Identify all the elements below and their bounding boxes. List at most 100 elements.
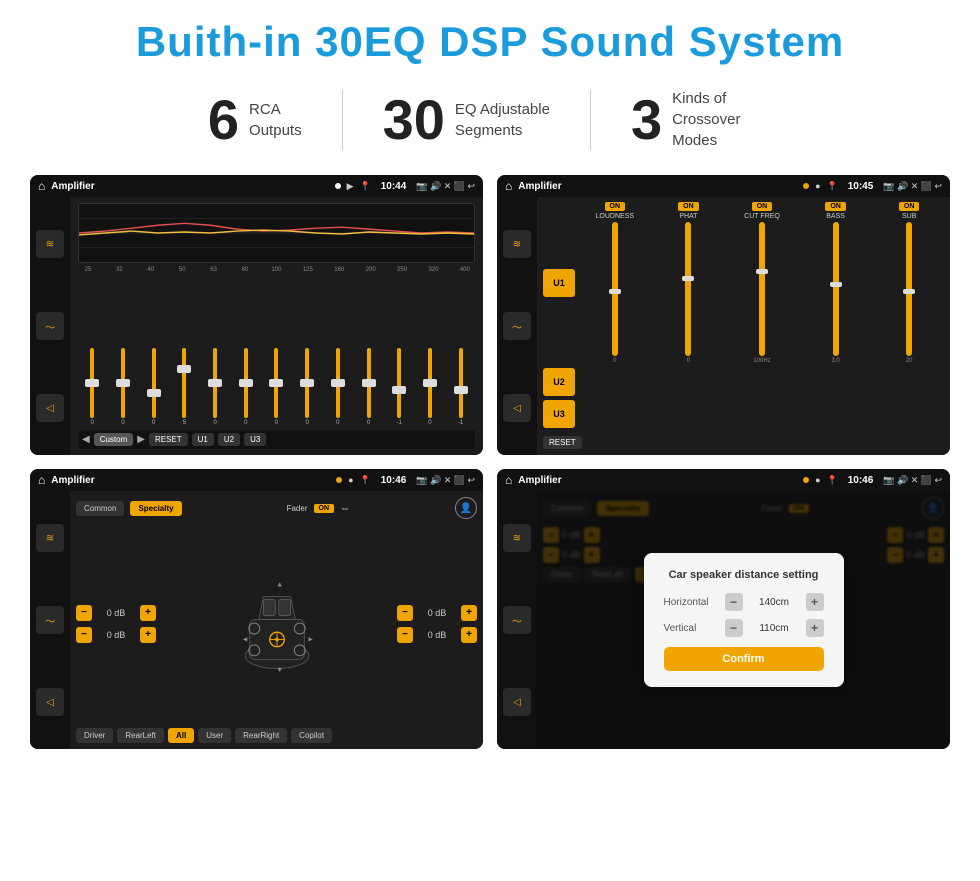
freq-125: 125 [300, 267, 316, 273]
spk-controls-right: − 0 dB + − 0 dB + [397, 605, 477, 643]
cross-speaker-icon[interactable]: ◁ [503, 394, 531, 422]
dist-spk-icon[interactable]: ◁ [503, 688, 531, 716]
cross-loudness: ON LOUDNESS 0 [580, 202, 650, 364]
eq-slider-4[interactable]: 0 [201, 348, 230, 426]
cross-u1-btn[interactable]: U1 [543, 269, 575, 297]
eq-custom-btn[interactable]: Custom [94, 433, 134, 446]
eq-reset-btn[interactable]: RESET [149, 433, 188, 446]
cross-filter-icon[interactable]: ≋ [503, 230, 531, 258]
spk-controls-left: − 0 dB + − 0 dB + [76, 605, 156, 643]
home-icon-2[interactable]: ⌂ [505, 179, 512, 193]
horizontal-minus-btn[interactable]: − [725, 593, 743, 611]
eq-main-content: 25 32 40 50 63 80 100 125 160 200 250 32… [70, 197, 483, 455]
stat-rca-label: RCAOutputs [249, 99, 302, 141]
bass-on[interactable]: ON [825, 202, 846, 211]
status-title-2: Amplifier [518, 181, 797, 192]
cross-reset-btn[interactable]: RESET [543, 436, 582, 449]
prev-icon[interactable]: ◀ [82, 434, 90, 445]
spk-main-content: Common Specialty Fader ON ⇔ 👤 − [70, 491, 483, 749]
eq-slider-6[interactable]: 0 [262, 348, 291, 426]
common-tab[interactable]: Common [76, 501, 124, 516]
spk-db-row-4: − 0 dB + [397, 627, 477, 643]
eq-slider-10[interactable]: -1 [385, 348, 414, 426]
fader-sliders-icon[interactable]: ⇔ [340, 503, 350, 514]
spk-plus-4[interactable]: + [461, 627, 477, 643]
spk-spk-icon[interactable]: ◁ [36, 688, 64, 716]
eq-u2-btn[interactable]: U2 [218, 433, 240, 446]
status-icons-cam-2: 📷 🔊 ✕ ⬛ ↩ [883, 181, 942, 192]
vertical-plus-btn[interactable]: + [806, 619, 824, 637]
driver-btn[interactable]: Driver [76, 728, 113, 743]
spk-plus-3[interactable]: + [461, 605, 477, 621]
eq-sliders: 0 0 0 5 [78, 277, 475, 426]
spk-minus-4[interactable]: − [397, 627, 413, 643]
home-icon[interactable]: ⌂ [38, 179, 45, 193]
home-icon-4[interactable]: ⌂ [505, 473, 512, 487]
status-icons-1: 📍 [360, 181, 371, 192]
svg-text:▼: ▼ [276, 665, 283, 674]
eq-slider-9[interactable]: 0 [354, 348, 383, 426]
cross-wave-icon[interactable]: 〜 [503, 312, 531, 340]
avatar-icon[interactable]: 👤 [455, 497, 477, 519]
freq-200: 200 [363, 267, 379, 273]
eq-slider-8[interactable]: 0 [324, 348, 353, 426]
spk-content-area: − 0 dB + − 0 dB + [76, 523, 477, 724]
status-icons-3: 📍 [360, 475, 371, 486]
eq-u1-btn[interactable]: U1 [192, 433, 214, 446]
cross-cutfreq: ON CUT FREQ 100Hz [727, 202, 797, 364]
horizontal-plus-btn[interactable]: + [806, 593, 824, 611]
spk-plus-2[interactable]: + [140, 627, 156, 643]
eq-slider-7[interactable]: 0 [293, 348, 322, 426]
loudness-on[interactable]: ON [605, 202, 626, 211]
spk-plus-1[interactable]: + [140, 605, 156, 621]
sub-on[interactable]: ON [899, 202, 920, 211]
eq-slider-1[interactable]: 0 [109, 348, 138, 426]
confirm-button[interactable]: Confirm [664, 647, 824, 671]
user-btn[interactable]: User [198, 728, 231, 743]
spk-minus-2[interactable]: − [76, 627, 92, 643]
dist-wave-icon[interactable]: 〜 [503, 606, 531, 634]
eq-slider-11[interactable]: 0 [416, 348, 445, 426]
dist-filter-icon[interactable]: ≋ [503, 524, 531, 552]
spk-filter-icon[interactable]: ≋ [36, 524, 64, 552]
freq-160: 160 [331, 267, 347, 273]
cross-u2-btn[interactable]: U2 [543, 368, 575, 396]
spk-minus-3[interactable]: − [397, 605, 413, 621]
status-icons-cam-4: 📷 🔊 ✕ ⬛ ↩ [883, 475, 942, 486]
eq-slider-12[interactable]: -1 [446, 348, 475, 426]
copilot-btn[interactable]: Copilot [291, 728, 332, 743]
eq-speaker-icon[interactable]: ◁ [36, 394, 64, 422]
eq-u3-btn[interactable]: U3 [244, 433, 266, 446]
rearright-btn[interactable]: RearRight [235, 728, 287, 743]
phat-on[interactable]: ON [678, 202, 699, 211]
stat-crossover-number: 3 [631, 92, 662, 148]
rearleft-btn[interactable]: RearLeft [117, 728, 164, 743]
cross-channels-u1: ON LOUDNESS 0 ON [580, 202, 944, 364]
spk-minus-1[interactable]: − [76, 605, 92, 621]
eq-slider-0[interactable]: 0 [78, 348, 107, 426]
freq-32: 32 [111, 267, 127, 273]
screen-distance: ⌂ Amplifier ● 📍 10:46 📷 🔊 ✕ ⬛ ↩ ≋ 〜 ◁ [497, 469, 950, 749]
fader-on-badge[interactable]: ON [314, 504, 335, 513]
status-title-1: Amplifier [51, 181, 328, 192]
all-btn[interactable]: All [168, 728, 194, 743]
vertical-minus-btn[interactable]: − [725, 619, 743, 637]
horizontal-value: 140cm [749, 597, 800, 608]
distance-dialog: Car speaker distance setting Horizontal … [644, 553, 844, 687]
eq-slider-5[interactable]: 0 [231, 348, 260, 426]
eq-wave-icon[interactable]: 〜 [36, 312, 64, 340]
home-icon-3[interactable]: ⌂ [38, 473, 45, 487]
spk-wave-icon[interactable]: 〜 [36, 606, 64, 634]
cross-bass: ON BASS 3.0 [801, 202, 871, 364]
spk-db-val-1: 0 dB [95, 608, 137, 618]
eq-filter-icon[interactable]: ≋ [36, 230, 64, 258]
cutfreq-on[interactable]: ON [752, 202, 773, 211]
eq-slider-3[interactable]: 5 [170, 348, 199, 426]
eq-screen-content: ≋ 〜 ◁ [30, 197, 483, 455]
eq-left-sidebar: ≋ 〜 ◁ [30, 197, 70, 455]
next-icon[interactable]: ▶ [137, 434, 145, 445]
cross-u3-btn[interactable]: U3 [543, 400, 575, 428]
dist-left-sidebar: ≋ 〜 ◁ [497, 491, 537, 749]
eq-slider-2[interactable]: 0 [139, 348, 168, 426]
specialty-tab[interactable]: Specialty [130, 501, 181, 516]
